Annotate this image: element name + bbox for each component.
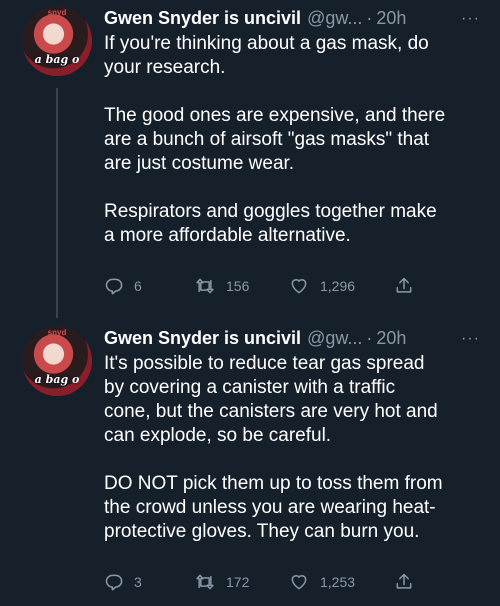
heart-icon xyxy=(288,572,310,592)
author-name[interactable]: Gwen Snyder is uncivil xyxy=(104,326,301,350)
like-count: 1,296 xyxy=(320,278,356,294)
avatar-top-text: snyd xyxy=(47,8,67,17)
reply-icon xyxy=(104,572,124,592)
avatar[interactable]: snyd a bag o xyxy=(22,6,92,76)
tweet-actions: 3 172 1,253 xyxy=(104,572,414,592)
retweet-icon xyxy=(194,572,216,592)
tweet-content: Gwen Snyder is uncivil @gw... · 20h ··· … xyxy=(104,326,480,544)
timeline-feed: snyd a bag o Gwen Snyder is uncivil @gw.… xyxy=(0,0,500,606)
author-handle[interactable]: @gw... xyxy=(307,326,362,350)
tweet-text: If you're thinking about a gas mask, do … xyxy=(104,33,446,246)
heart-icon xyxy=(288,276,310,296)
retweet-button[interactable]: 156 xyxy=(194,276,288,296)
author-name[interactable]: Gwen Snyder is uncivil xyxy=(104,6,301,30)
more-options-icon[interactable]: ··· xyxy=(461,10,480,28)
avatar-top-text: snyd xyxy=(47,328,67,337)
retweet-button[interactable]: 172 xyxy=(194,572,288,592)
timestamp[interactable]: 20h xyxy=(376,326,406,350)
tweet-header: Gwen Snyder is uncivil @gw... · 20h xyxy=(104,326,480,350)
like-button[interactable]: 1,253 xyxy=(288,572,394,592)
share-icon xyxy=(394,572,414,592)
retweet-count: 172 xyxy=(226,574,250,590)
avatar-caption: a bag o xyxy=(34,373,80,386)
share-icon xyxy=(394,276,414,296)
retweet-count: 156 xyxy=(226,278,250,294)
reply-button[interactable]: 3 xyxy=(104,572,194,592)
tweet[interactable]: snyd a bag o Gwen Snyder is uncivil @gw.… xyxy=(0,318,500,606)
reply-count: 3 xyxy=(134,574,142,590)
separator-dot: · xyxy=(366,8,373,28)
tweet-content: Gwen Snyder is uncivil @gw... · 20h ··· … xyxy=(104,6,480,248)
reply-count: 6 xyxy=(134,278,142,294)
timestamp[interactable]: 20h xyxy=(376,6,406,30)
reply-icon xyxy=(104,276,124,296)
thread-line xyxy=(56,88,58,318)
retweet-icon xyxy=(194,276,216,296)
avatar[interactable]: snyd a bag o xyxy=(22,326,92,396)
more-options-icon[interactable]: ··· xyxy=(461,330,480,348)
author-handle[interactable]: @gw... xyxy=(307,6,362,30)
tweet-header: Gwen Snyder is uncivil @gw... · 20h xyxy=(104,6,480,30)
like-count: 1,253 xyxy=(320,574,356,590)
tweet-actions: 6 156 1,296 xyxy=(104,276,414,296)
share-button[interactable] xyxy=(394,276,414,296)
avatar-caption: a bag o xyxy=(34,53,80,66)
separator-dot: · xyxy=(366,328,373,348)
share-button[interactable] xyxy=(394,572,414,592)
reply-button[interactable]: 6 xyxy=(104,276,194,296)
like-button[interactable]: 1,296 xyxy=(288,276,394,296)
tweet[interactable]: snyd a bag o Gwen Snyder is uncivil @gw.… xyxy=(0,0,500,318)
tweet-text: It's possible to reduce tear gas spread … xyxy=(104,353,443,542)
